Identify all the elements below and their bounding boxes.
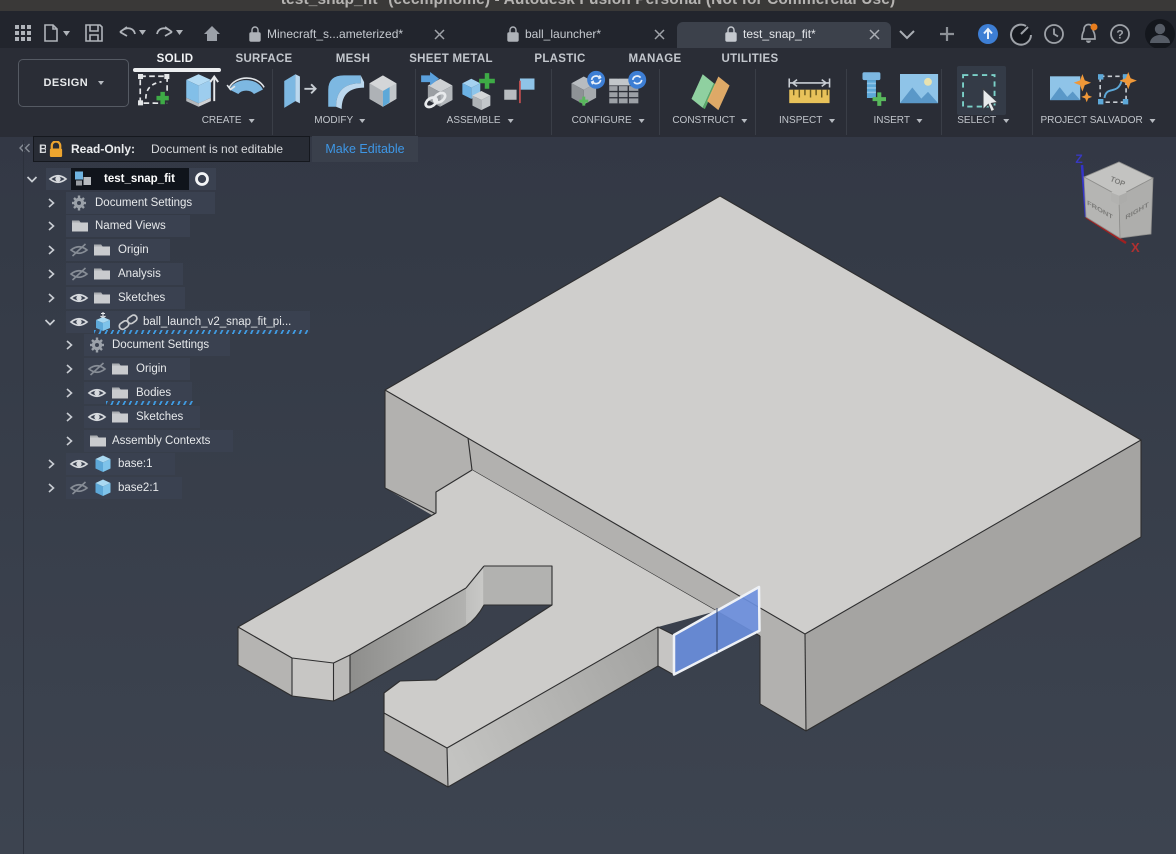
svg-text:?: ? [1116, 28, 1123, 42]
svg-text:Z: Z [1075, 152, 1082, 166]
svg-text:X: X [1131, 240, 1140, 255]
